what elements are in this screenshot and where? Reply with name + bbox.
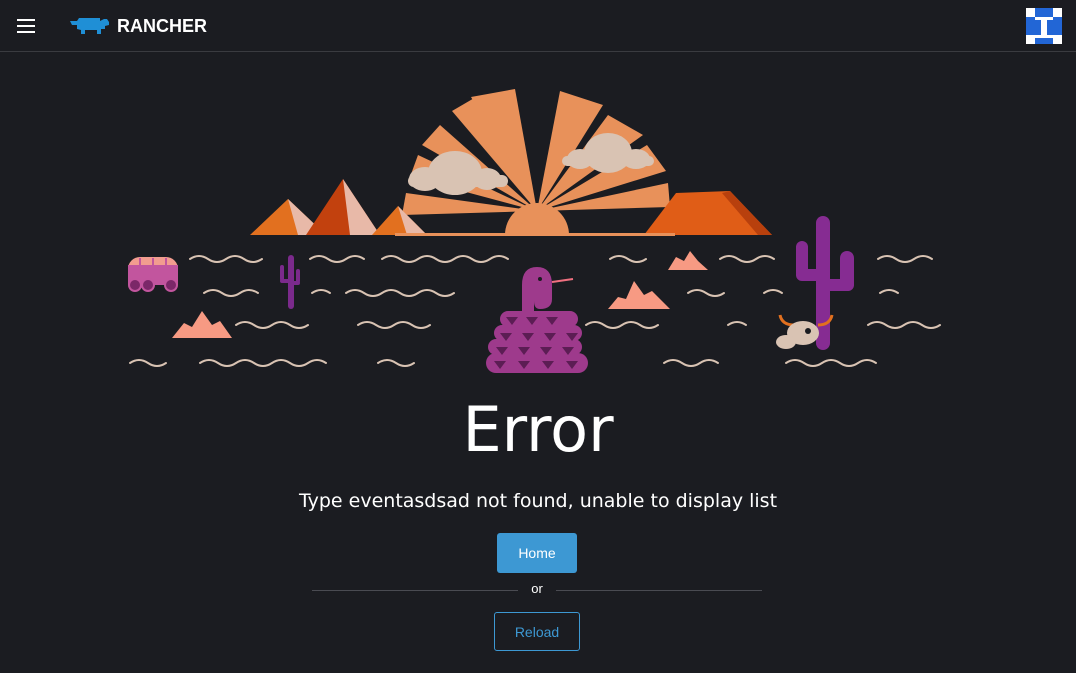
or-separator: or	[531, 581, 543, 596]
rancher-logo[interactable]: RANCHER	[68, 12, 207, 40]
left-pyramids	[250, 179, 427, 235]
hamburger-menu-button[interactable]	[10, 12, 42, 40]
covered-wagon	[128, 257, 178, 292]
reload-button[interactable]: Reload	[494, 612, 580, 651]
divider-right	[556, 590, 762, 591]
small-cactus	[280, 255, 300, 309]
rancher-cow-icon	[70, 18, 109, 34]
menu-bar-top	[17, 19, 35, 21]
error-message: Type eventasdsad not found, unable to di…	[298, 490, 778, 512]
menu-bar-middle	[17, 25, 35, 27]
menu-bar-bottom	[17, 31, 35, 33]
top-header: RANCHER	[0, 0, 1076, 52]
horizon-line	[395, 233, 675, 236]
user-avatar-icon[interactable]	[1026, 8, 1062, 44]
divider-left	[312, 590, 518, 591]
desert-error-illustration	[128, 89, 941, 373]
rattlesnake	[486, 267, 588, 373]
error-title: Error	[462, 393, 614, 466]
home-button[interactable]: Home	[497, 533, 577, 573]
logo-text: RANCHER	[117, 15, 207, 36]
